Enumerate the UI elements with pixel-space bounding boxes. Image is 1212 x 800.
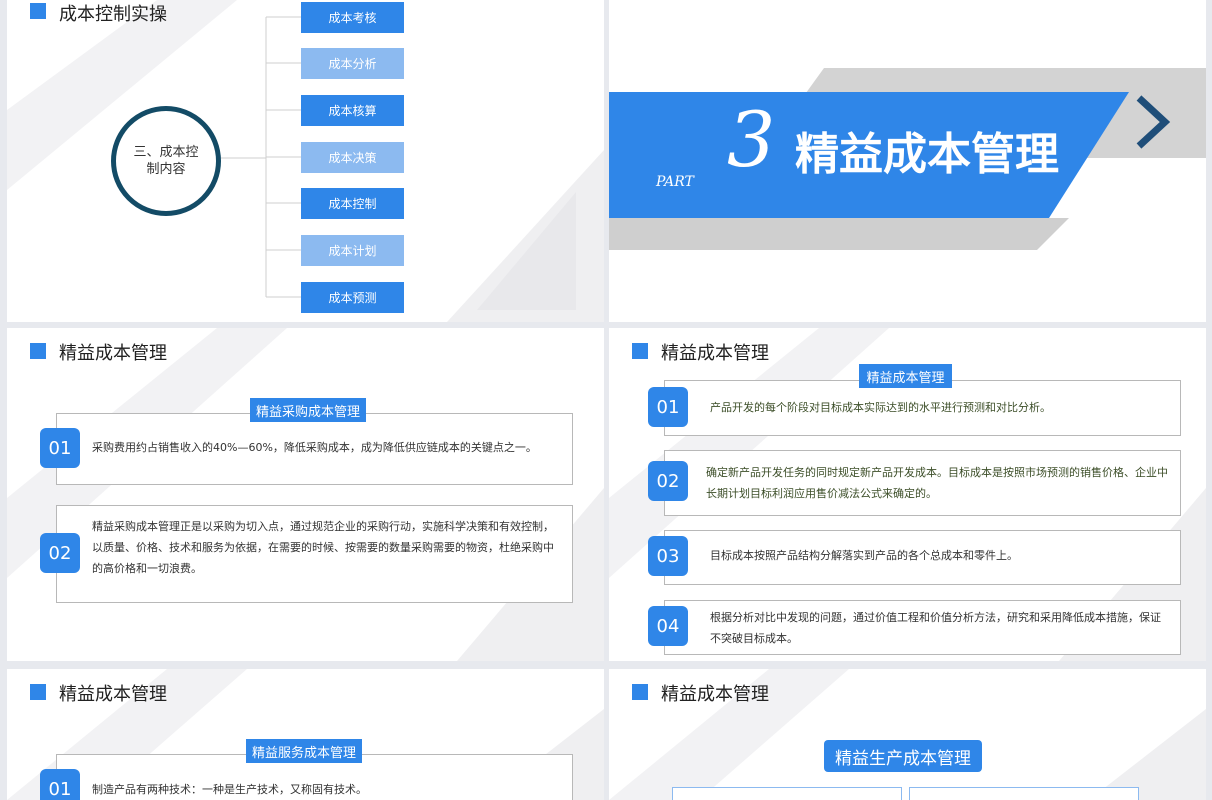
background-decoration [7, 328, 604, 661]
number-badge: 04 [648, 606, 688, 646]
info-text: 产品开发的每个阶段对目标成本实际达到的水平进行预测和对比分析。 [710, 401, 1051, 414]
number-badge: 02 [40, 533, 80, 573]
part-title: 精益成本管理 [795, 129, 1059, 180]
info-text: 采购费用约占销售收入的40%—60%，降低采购成本，成为降低供应链成本的关键点之… [92, 441, 537, 454]
part-label: PART [656, 174, 694, 190]
slide-title: 精益成本管理 [59, 684, 167, 705]
branch-cost-decision[interactable]: 成本决策 [301, 142, 404, 173]
number-badge: 01 [40, 428, 80, 468]
slide-part-3[interactable]: PART 3 精益成本管理 [609, 0, 1206, 322]
slide-title: 成本控制实操 [59, 4, 167, 25]
info-text: 目标成本按照产品结构分解落实到产品的各个总成本和零件上。 [710, 549, 1018, 562]
slide-cost-control[interactable]: 成本控制实操 三、成本控制内容 成本考核 成本分析 成本核算 成本决策 成本控制… [7, 0, 604, 322]
branch-cost-plan[interactable]: 成本计划 [301, 235, 404, 266]
info-text: 制造产品有两种技术：一种是生产技术，又称固有技术。 [92, 783, 367, 796]
branch-cost-analysis[interactable]: 成本分析 [301, 48, 404, 79]
branch-cost-control[interactable]: 成本控制 [301, 188, 404, 219]
number-badge: 01 [648, 387, 688, 427]
branch-cost-assessment[interactable]: 成本考核 [301, 2, 404, 33]
info-text: 确定新产品开发任务的同时规定新产品开发成本。目标成本是按照市场预测的销售价格、企… [706, 466, 1168, 500]
section-tag: 精益成本管理 [859, 364, 952, 388]
slide-lean-service[interactable]: 精益成本管理 精益服务成本管理 01 制造产品有两种技术：一种是生产技术，又称固… [7, 669, 604, 800]
slide-title: 精益成本管理 [661, 343, 769, 364]
content-box-right [909, 787, 1139, 800]
part-number: 3 [727, 95, 776, 184]
branch-cost-accounting[interactable]: 成本核算 [301, 95, 404, 126]
slide-lean-production[interactable]: 精益成本管理 精益生产成本管理 [609, 669, 1206, 800]
section-tag: 精益服务成本管理 [246, 739, 362, 763]
slide-lean-target-cost[interactable]: 精益成本管理 精益成本管理 01 产品开发的每个阶段对目标成本实际达到的水平进行… [609, 328, 1206, 661]
header-bullet [30, 684, 46, 700]
section-tag: 精益采购成本管理 [250, 398, 366, 422]
slide-lean-purchasing[interactable]: 精益成本管理 精益采购成本管理 01 采购费用约占销售收入的40%—60%，降低… [7, 328, 604, 661]
content-box-left [672, 787, 902, 800]
header-bullet [632, 684, 648, 700]
header-bullet [632, 343, 648, 359]
branch-cost-forecast[interactable]: 成本预测 [301, 282, 404, 313]
header-bullet [30, 343, 46, 359]
info-text: 精益采购成本管理正是以采购为切入点，通过规范企业的采购行动，实施科学决策和有效控… [92, 520, 554, 575]
info-text: 根据分析对比中发现的问题，通过价值工程和价值分析方法，研究和采用降低成本措施，保… [710, 611, 1161, 645]
slide-title: 精益成本管理 [661, 684, 769, 705]
section-tag: 精益生产成本管理 [824, 740, 982, 772]
header-bullet [30, 3, 46, 19]
slide-title: 精益成本管理 [59, 343, 167, 364]
number-badge: 03 [648, 536, 688, 576]
number-badge: 02 [648, 461, 688, 501]
topic-circle-label: 三、成本控制内容 [133, 145, 199, 177]
topic-circle: 三、成本控制内容 [111, 106, 221, 216]
number-badge: 01 [40, 769, 80, 800]
